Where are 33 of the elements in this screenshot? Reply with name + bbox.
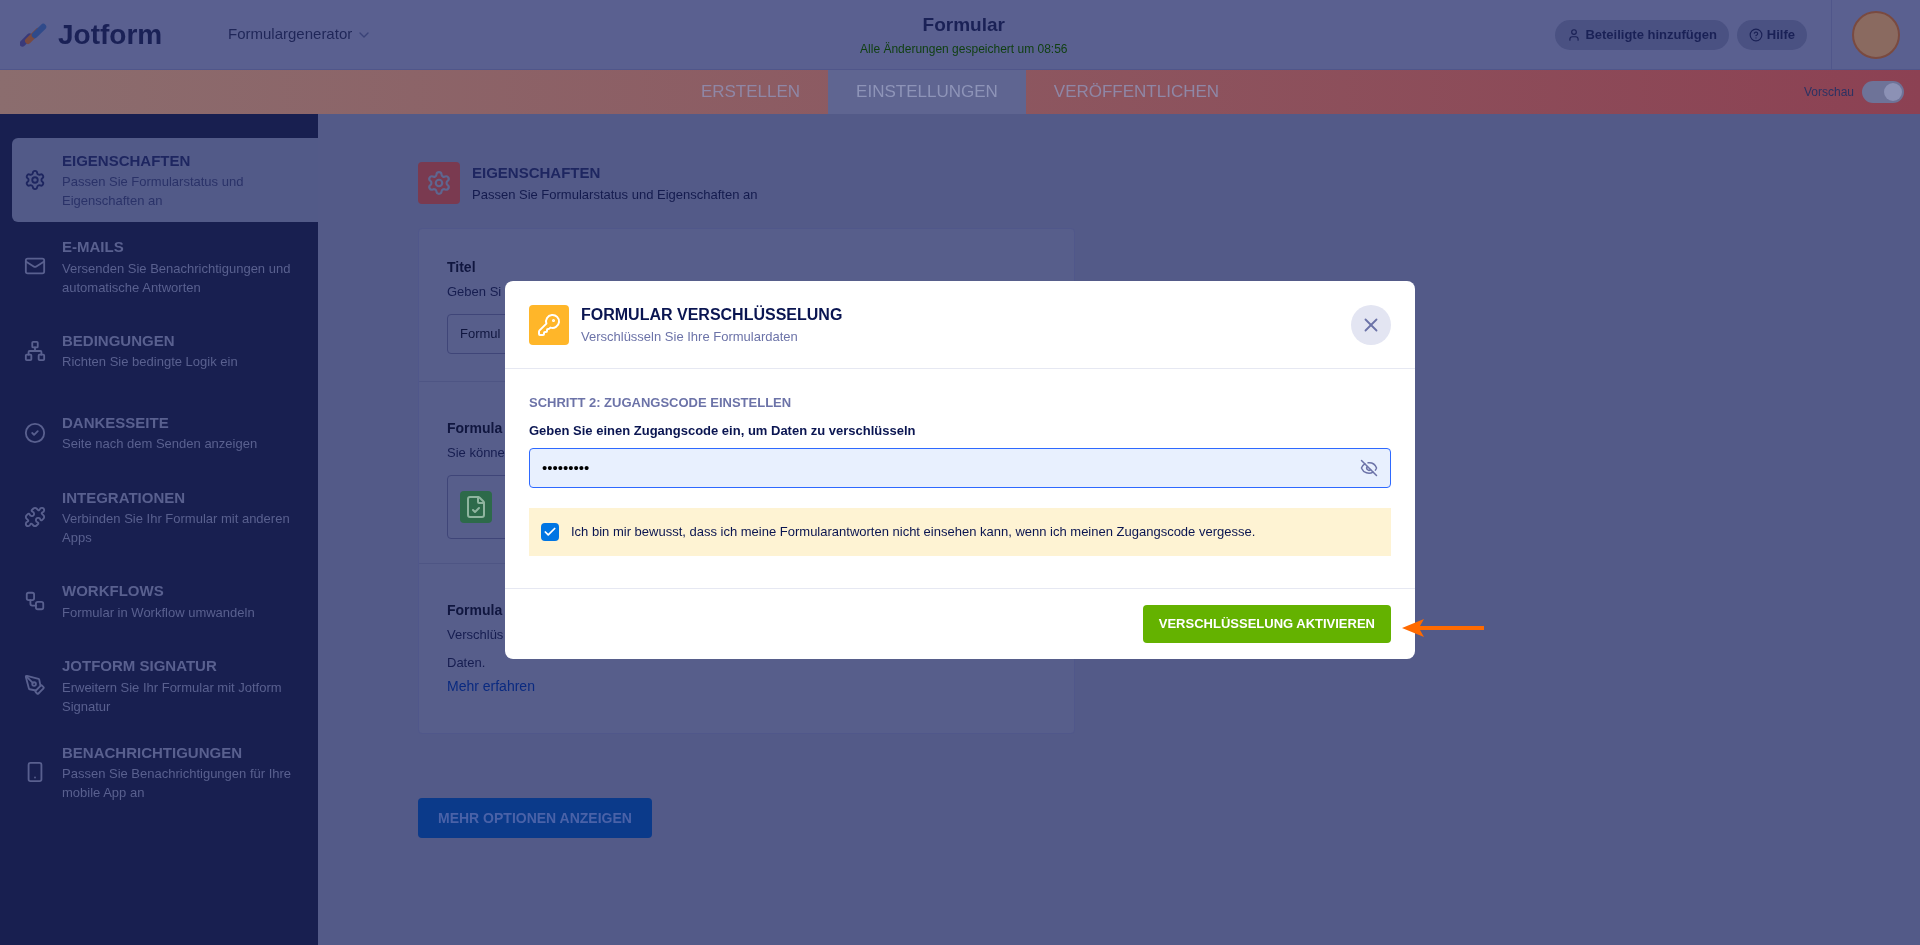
sidebar-item-description: Versenden Sie Benachrichtigungen und automatische Antworten	[62, 259, 292, 297]
preview-label: Vorschau	[1803, 84, 1854, 101]
page-subtitle: Passen Sie Formularstatus und Eigenschaften an	[472, 185, 758, 204]
field-label: Geben Sie einen Zugangscode ein, um Daten zu verschlüsseln	[529, 421, 917, 440]
dialog-subtitle: Verschlüsseln Sie Ihre Formulardaten	[581, 327, 799, 346]
step-label: SCHRITT 2: ZUGANGSCODE EINSTELLEN	[529, 394, 793, 412]
form-title: Formular	[922, 13, 1005, 38]
section-heading: Titel	[447, 258, 476, 277]
logo-text: Jotform	[58, 17, 163, 52]
section-description-line: Daten.	[447, 653, 486, 672]
input-value: Formul	[460, 324, 501, 343]
sidebar-item-title: BENACHRICHTIGUNGEN	[62, 742, 243, 763]
sidebar-item-title: E-MAILS	[62, 237, 125, 257]
section-description: Geben Si	[447, 283, 502, 301]
section-description: Sie könne	[447, 444, 505, 462]
sidebar-item-description: Formular in Workflow umwandeln	[62, 603, 255, 622]
sidebar-item-title: BEDINGUNGEN	[62, 330, 176, 351]
section-heading: Formula	[447, 419, 503, 438]
sidebar-item-title: JOTFORM SIGNATUR	[62, 656, 218, 676]
sidebar-item-title: WORKFLOWS	[62, 581, 165, 602]
passcode-value: •••••••••	[542, 457, 591, 478]
section-heading: Formula	[447, 601, 503, 620]
section-description: Verschlüs	[447, 626, 504, 644]
sidebar-item-description: Erweitern Sie Ihr Formular mit Jotform Signatur	[62, 678, 283, 716]
sidebar-item-title: DANKESSEITE	[62, 412, 170, 433]
sidebar-item-title: INTEGRATIONEN	[62, 487, 187, 508]
sidebar-item-description: Verbinden Sie Ihr Formular mit anderen Apps	[62, 510, 291, 547]
consent-text: Ich bin mir bewusst, dass ich meine Formularantworten nicht einsehen kann, wenn ich meinen Zugangscode vergesse.	[571, 523, 1256, 542]
sidebar-item-description: Passen Sie Benachrichtigungen für Ihre mobile App an	[62, 765, 293, 802]
dialog-title: FORMULAR VERSCHLÜSSELUNG	[581, 304, 844, 325]
sidebar-item-description: Richten Sie bedingte Logik ein	[62, 353, 238, 372]
sidebar-item-description: Seite nach dem Senden anzeigen	[62, 435, 258, 454]
save-status: Alle Änderungen gespeichert um 08:56	[860, 40, 1068, 58]
